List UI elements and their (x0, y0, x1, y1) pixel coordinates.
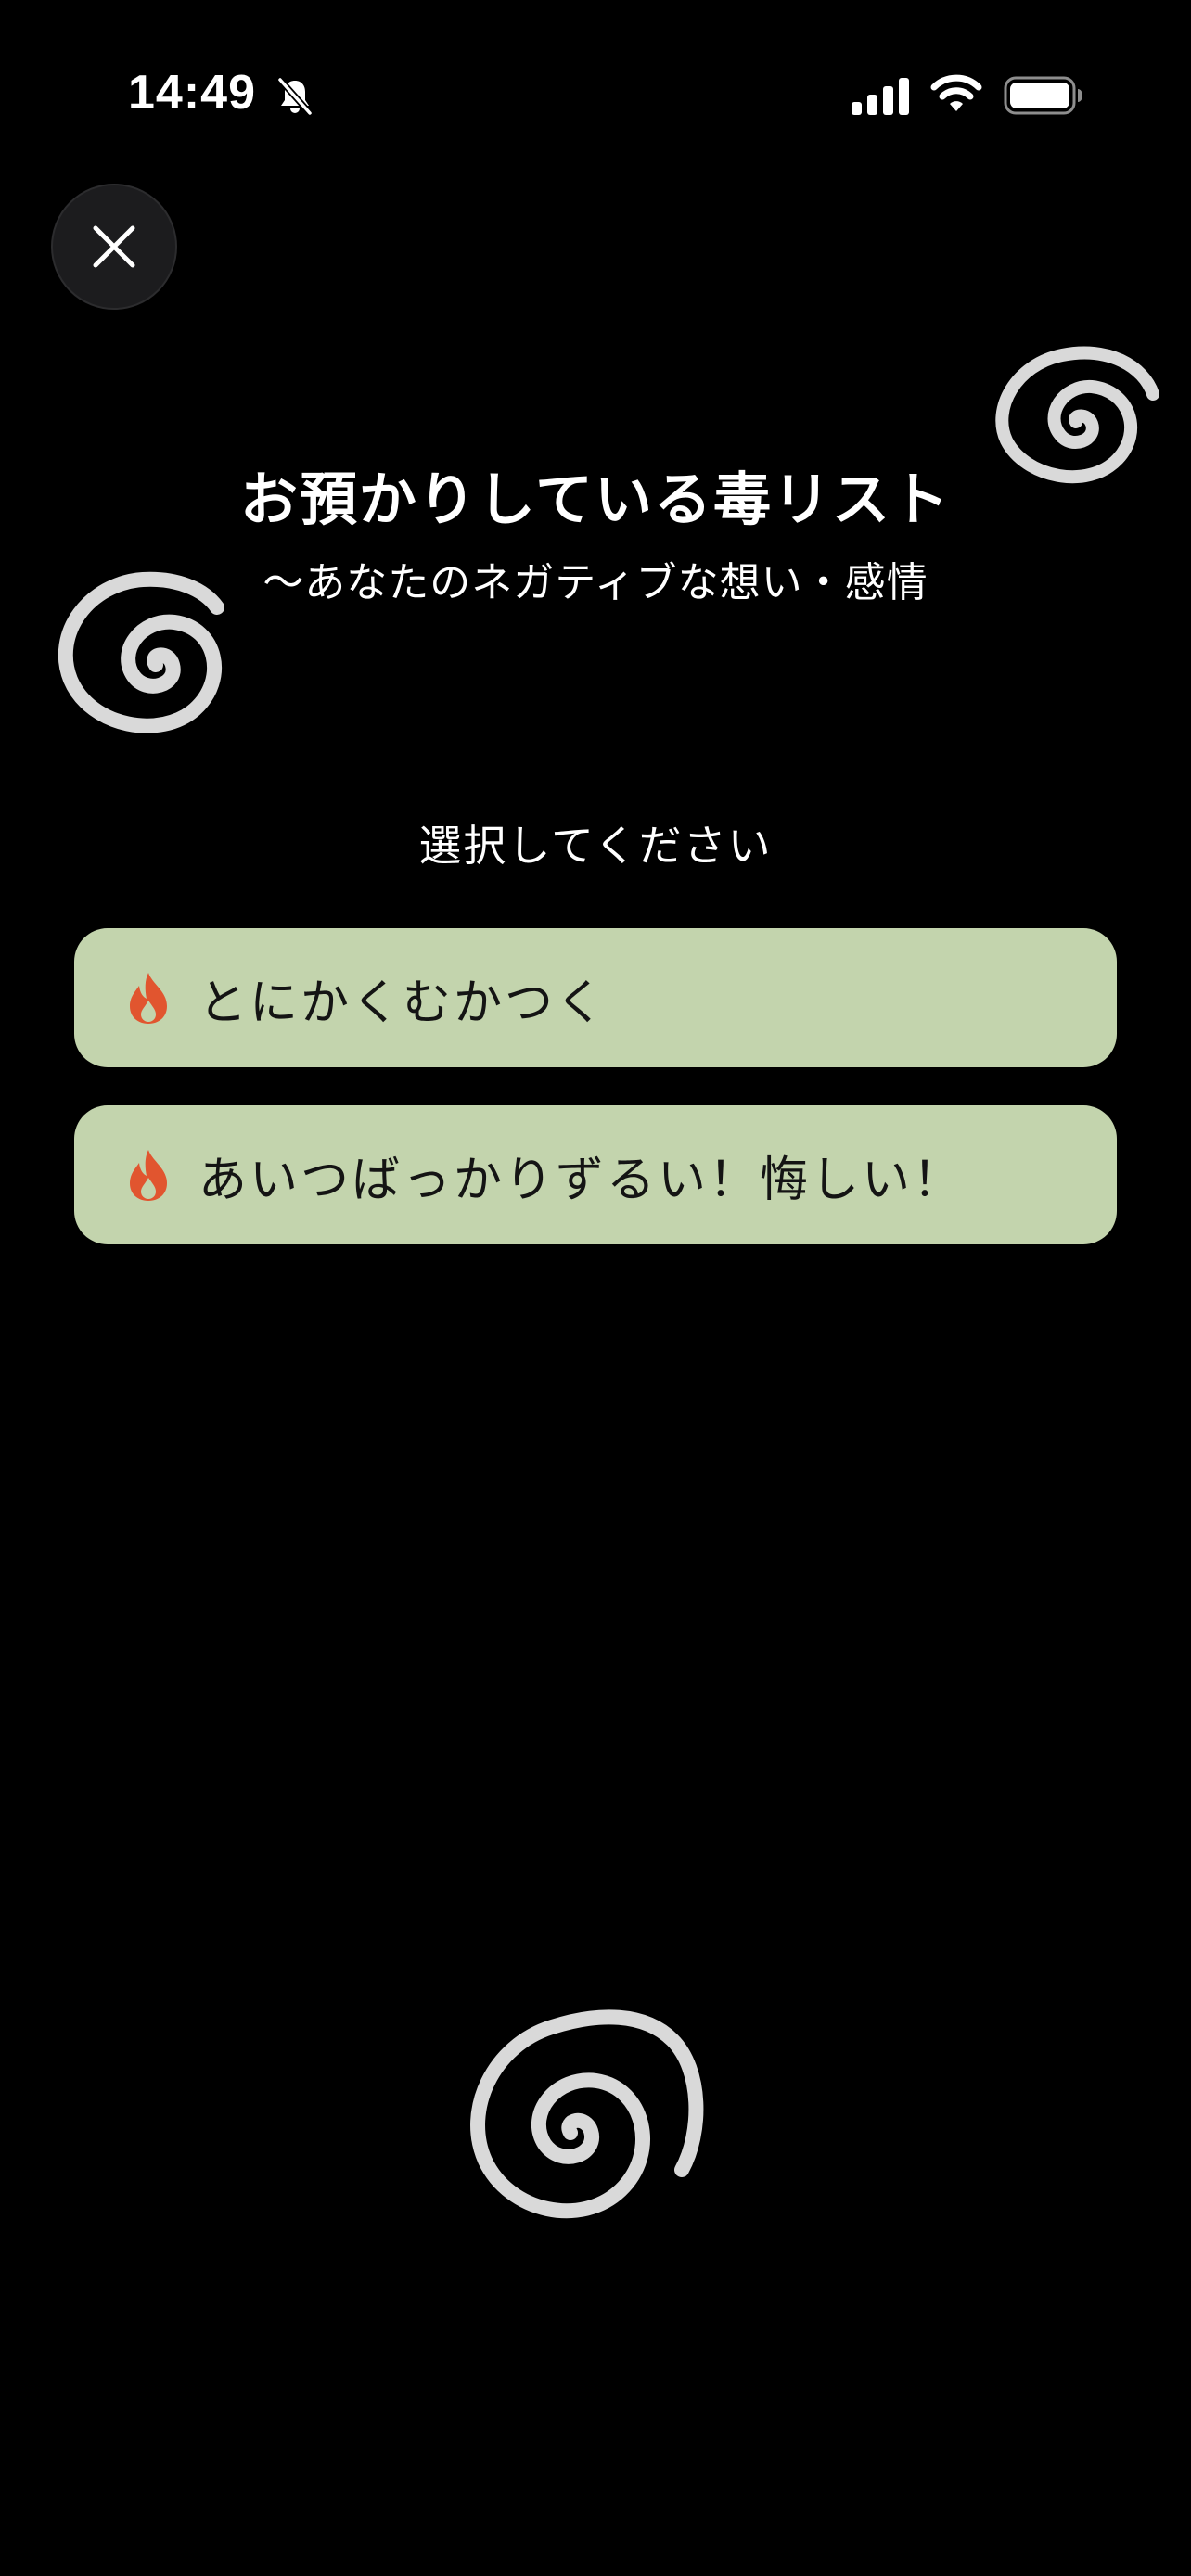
bell-slash-icon (277, 77, 313, 116)
page-title: お預かりしている毒リスト (239, 465, 952, 533)
close-button[interactable] (51, 184, 177, 310)
cellular-signal-icon (852, 78, 909, 115)
flame-icon (130, 1150, 167, 1201)
swirl-icon (470, 2009, 704, 2219)
option-label: あいつばっかりずるい！悔しい！ (198, 1152, 965, 1208)
option-label: とにかくむかつく (198, 975, 608, 1031)
battery-icon (1004, 76, 1082, 115)
option-button-1[interactable]: とにかくむかつく (74, 928, 1117, 1067)
flame-icon (130, 973, 167, 1024)
wifi-icon (930, 74, 982, 111)
page-subtitle: 〜あなたのネガティブな想い・感情 (263, 559, 928, 606)
selection-prompt: 選択してください (418, 821, 773, 871)
status-time: 14:49 (128, 66, 256, 120)
close-icon (93, 225, 135, 268)
option-button-2[interactable]: あいつばっかりずるい！悔しい！ (74, 1105, 1117, 1244)
